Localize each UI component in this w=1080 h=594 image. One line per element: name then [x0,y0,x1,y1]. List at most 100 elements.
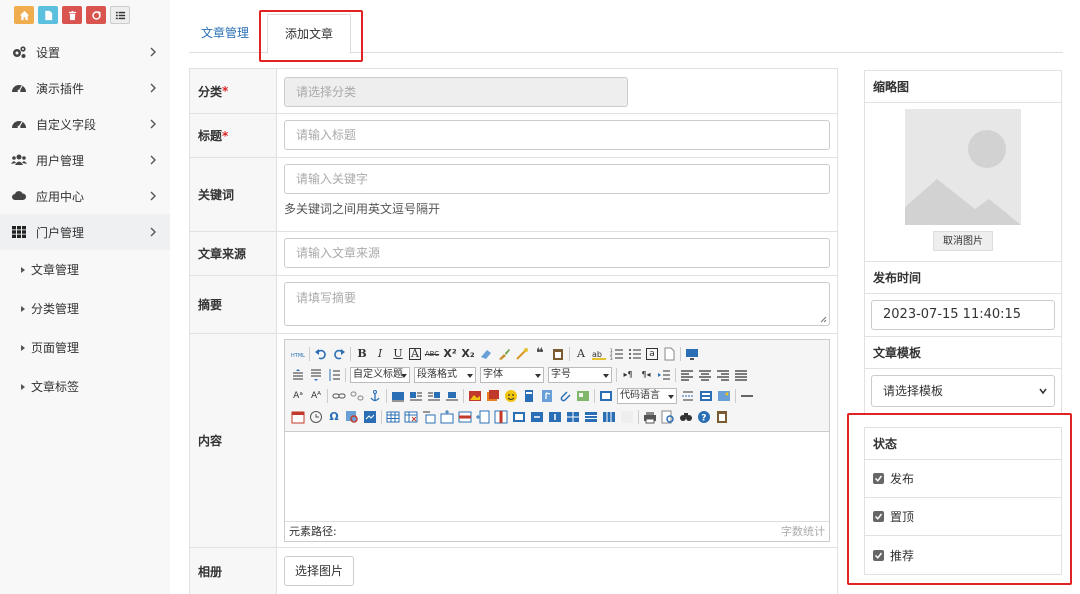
page-break-icon[interactable] [681,389,695,403]
case-upper-icon[interactable]: Aᵃ [291,389,305,403]
font-border-icon[interactable]: A [409,347,421,360]
align-center-icon[interactable] [698,368,712,382]
insert-col-icon[interactable] [476,410,490,424]
sidebar-item-portal[interactable]: 门户管理 [0,214,170,250]
home-button[interactable] [14,6,34,24]
image-none-icon[interactable] [391,389,405,403]
split-rows-icon[interactable] [584,410,598,424]
select-image-button[interactable]: 选择图片 [284,556,355,586]
sidebar-item-demo-plugin[interactable]: 演示插件 [0,70,170,106]
underline-icon[interactable]: U [391,347,405,361]
subscript-icon[interactable]: X₂ [461,347,475,361]
rtl-icon[interactable]: ¶◂ [639,368,653,382]
unordered-list-icon[interactable] [628,347,642,361]
custom-title-select[interactable]: 自定义标题 [350,366,410,383]
code-language-select[interactable]: 代码语言 [617,387,677,404]
merge-right-icon[interactable] [530,410,544,424]
background-icon[interactable] [717,389,731,403]
format-brush-icon[interactable] [497,347,511,361]
checkbox-publish[interactable]: 发布 [865,460,1061,498]
split-cols-icon[interactable] [602,410,616,424]
insert-video-icon[interactable] [540,389,554,403]
refresh-button[interactable] [86,6,106,24]
category-select[interactable]: 请选择分类 [284,77,628,107]
template-select[interactable]: 请选择模板 [871,375,1055,407]
redo-icon[interactable] [332,347,346,361]
horizontal-rule-icon[interactable] [740,389,754,403]
image-center-icon[interactable] [445,389,459,403]
cancel-image-button[interactable]: 取消图片 [933,231,993,251]
multi-image-icon[interactable] [486,389,500,403]
eraser-icon[interactable] [479,347,493,361]
attachment-icon[interactable] [558,389,572,403]
list-button[interactable] [110,6,130,24]
summary-textarea[interactable]: 请填写摘要 [284,282,830,326]
blockquote-icon[interactable]: ❝ [533,346,547,361]
fullscreen-icon[interactable] [685,347,699,361]
italic-icon[interactable]: I [373,347,387,361]
sidebar-subitem-tags[interactable]: 文章标签 [0,367,170,406]
drafts-icon[interactable] [715,410,729,424]
delete-table-icon[interactable] [404,410,418,424]
clear-doc-icon[interactable] [662,347,676,361]
sidebar-subitem-pages[interactable]: 页面管理 [0,328,170,367]
html-source-icon[interactable]: HTML [291,347,305,361]
emotion-icon[interactable] [504,389,518,403]
strikethrough-icon[interactable]: ABC [425,347,439,361]
link-icon[interactable] [332,389,346,403]
special-chars-icon[interactable]: Ω [327,410,341,424]
tab-article-list[interactable]: 文章管理 [189,14,261,53]
insert-frame-icon[interactable] [599,389,613,403]
ordered-list-icon[interactable]: 123 [610,347,624,361]
ltr-icon[interactable]: ▸¶ [621,368,635,382]
insert-image-icon[interactable] [468,389,482,403]
editor-body[interactable] [285,432,829,519]
insert-row-icon[interactable] [440,409,454,424]
unlink-icon[interactable] [350,389,364,403]
sidebar-item-settings[interactable]: 设置 [0,34,170,70]
merge-down-icon[interactable] [548,410,562,424]
title-input[interactable]: 请输入标题 [284,120,830,150]
paste-plain-icon[interactable] [551,347,565,361]
bold-icon[interactable]: B [355,347,369,361]
chart-icon[interactable] [620,410,634,424]
line-height-icon[interactable] [327,368,341,382]
font-family-select[interactable]: 字体 [480,366,544,383]
publish-time-input[interactable]: 2023-07-15 11:40:15 [871,300,1055,330]
case-lower-icon[interactable]: Aᴬ [309,389,323,403]
source-input[interactable]: 请输入文章来源 [284,238,830,268]
resize-grip-icon[interactable] [820,316,827,323]
word-image-icon[interactable] [363,410,377,424]
search-icon[interactable] [679,410,693,424]
superscript-icon[interactable]: X² [443,347,457,361]
trash-button[interactable] [62,6,82,24]
sidebar-item-users[interactable]: 用户管理 [0,142,170,178]
image-right-icon[interactable] [427,389,441,403]
scrawl-icon[interactable] [522,389,536,403]
template-icon[interactable] [699,389,713,403]
anchor-icon[interactable] [368,389,382,403]
sidebar-item-app-center[interactable]: 应用中心 [0,178,170,214]
sidebar-subitem-articles[interactable]: 文章管理 [0,250,170,289]
map-icon[interactable] [576,389,590,403]
image-left-icon[interactable] [409,389,423,403]
time-icon[interactable] [309,410,323,424]
highlight-color-icon[interactable]: ab [592,347,606,361]
autotypeset-icon[interactable] [515,347,529,361]
font-size-select[interactable]: 字号 [548,366,612,383]
file-button[interactable] [38,6,58,24]
checkbox-recommend[interactable]: 推荐 [865,536,1061,574]
delete-col-icon[interactable] [494,410,508,424]
keywords-input[interactable]: 请输入关键字 [284,164,830,194]
help-icon[interactable]: ? [697,410,711,424]
merge-cells-icon[interactable] [512,410,526,424]
font-color-icon[interactable]: A [574,347,588,361]
image-placeholder-icon[interactable] [905,109,1021,225]
split-cells-icon[interactable] [566,410,580,424]
row-spacing-top-icon[interactable] [291,368,305,382]
indent-icon[interactable] [657,368,671,382]
align-right-icon[interactable] [716,368,730,382]
paragraph-select[interactable]: 段落格式 [414,366,476,383]
align-left-icon[interactable] [680,368,694,382]
print-icon[interactable] [643,410,657,424]
